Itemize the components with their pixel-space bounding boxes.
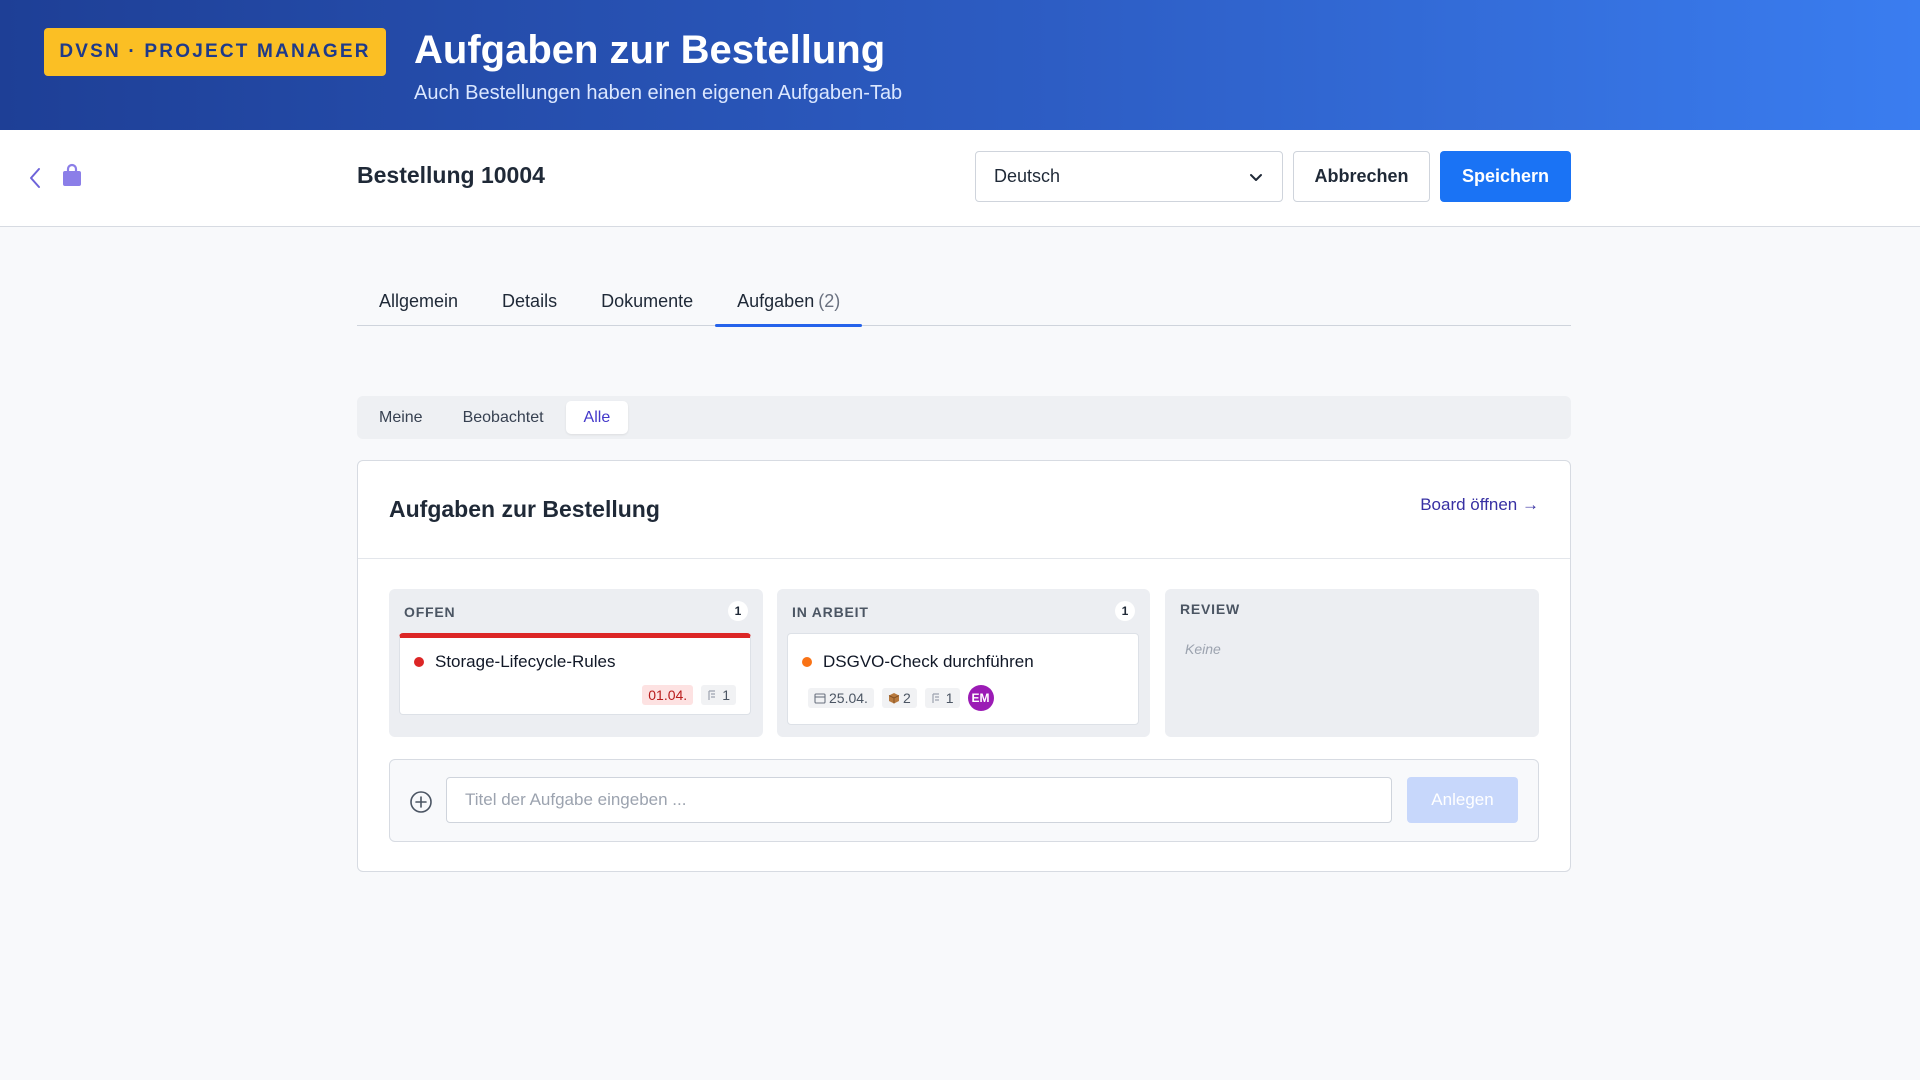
subtask-count: 1 [722,687,730,703]
tab-allgemein[interactable]: Allgemein [357,282,480,326]
plus-circle-icon [410,791,432,813]
banner: DVSN · PROJECT MANAGER Aufgaben zur Best… [0,0,1920,130]
avatar[interactable]: EM [967,685,994,711]
new-task-input[interactable] [446,777,1392,823]
filter-alle[interactable]: Alle [565,401,629,434]
due-date: 01.04. [648,687,688,703]
page-title: Bestellung 10004 [357,162,545,188]
tab-count: (2) [818,291,841,311]
brand-badge: DVSN · PROJECT MANAGER [44,28,386,76]
record-header: Bestellung 10004 Deutsch Abbrechen Speic… [0,130,1920,227]
column-title: OFFEN [404,604,456,620]
tab-label: Dokumente [601,291,694,311]
task-title-row: DSGVO-Check durchführen [802,652,1034,672]
cancel-button[interactable]: Abbrechen [1293,151,1430,202]
save-button[interactable]: Speichern [1440,151,1571,202]
shopping-bag-icon [63,163,81,186]
card-title: Aufgaben zur Bestellung [389,496,660,522]
column-review: REVIEW Keine [1165,589,1539,737]
column-count: 1 [1115,601,1135,621]
task-card[interactable]: DSGVO-Check durchführen 25.04. 2 1 EM [787,633,1139,725]
column-title: IN ARBEIT [792,604,869,620]
items-badge: 2 [881,688,917,708]
due-date: 25.04. [829,690,868,706]
column-in-arbeit: IN ARBEIT 1 DSGVO-Check durchführen 25.0… [777,589,1150,737]
column-offen: OFFEN 1 Storage-Lifecycle-Rules 01.04. 1 [389,589,763,737]
due-date-badge: 25.04. [808,688,874,708]
calendar-icon [814,693,826,704]
due-date-badge: 01.04. [642,685,694,705]
filter-beobachtet[interactable]: Beobachtet [445,401,562,434]
task-meta: 25.04. 2 1 EM [808,685,994,711]
subtask-badge: 1 [924,688,960,708]
subtask-count: 1 [945,690,954,706]
chevron-down-icon [1250,173,1262,181]
create-task-button[interactable]: Anlegen [1407,777,1518,823]
banner-subtitle: Auch Bestellungen haben einen eigenen Au… [414,82,903,104]
task-title: DSGVO-Check durchführen [823,652,1034,671]
tab-label: Allgemein [379,291,459,311]
chevron-left-icon[interactable] [24,164,46,192]
tasks-card: Aufgaben zur Bestellung Board öffnen → O… [357,460,1571,872]
priority-dot [802,657,812,667]
subtask-badge: 1 [701,685,736,705]
tab-label: Details [502,291,558,311]
open-board-link[interactable]: Board öffnen → [1420,495,1539,515]
filter-meine[interactable]: Meine [361,401,441,434]
language-select-value: Deutsch [994,166,1061,186]
tab-details[interactable]: Details [480,282,579,326]
task-title-row: Storage-Lifecycle-Rules [414,652,615,672]
new-task-row: Anlegen [389,759,1539,842]
tab-dokumente[interactable]: Dokumente [579,282,715,326]
subtask-icon [708,690,716,700]
column-title: REVIEW [1180,601,1241,617]
task-card[interactable]: Storage-Lifecycle-Rules 01.04. 1 [399,633,751,715]
column-empty-text: Keine [1185,641,1221,657]
task-title: Storage-Lifecycle-Rules [435,652,616,671]
card-header: Aufgaben zur Bestellung Board öffnen → [358,461,1570,559]
tab-bar: Allgemein Details Dokumente Aufgaben (2) [357,282,1571,327]
package-icon [888,693,900,704]
language-select[interactable]: Deutsch [975,151,1283,202]
column-count: 1 [728,601,748,621]
tab-aufgaben[interactable]: Aufgaben (2) [715,282,863,327]
task-meta: 01.04. 1 [642,685,736,705]
subtask-icon [932,693,939,703]
tab-label: Aufgaben [737,291,815,311]
banner-title: Aufgaben zur Bestellung [414,28,886,72]
priority-dot [414,657,424,667]
items-count: 2 [902,690,911,706]
task-filter: Meine Beobachtet Alle [357,396,1571,439]
